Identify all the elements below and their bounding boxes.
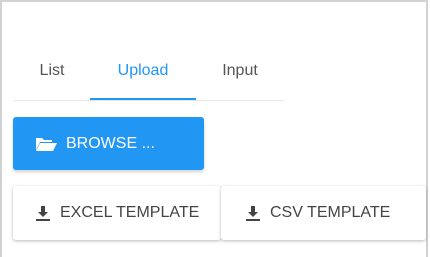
folder-open-icon [35, 136, 58, 152]
tab-bar: List Upload Input [14, 50, 284, 102]
browse-button-label: BROWSE ... [66, 134, 155, 152]
tab-input[interactable]: Input [196, 50, 284, 100]
tab-list[interactable]: List [14, 50, 90, 100]
excel-template-button[interactable]: EXCEL TEMPLATE [13, 186, 221, 240]
tab-upload[interactable]: Upload [90, 50, 196, 100]
download-icon [245, 205, 261, 222]
excel-template-label: EXCEL TEMPLATE [60, 204, 200, 221]
tab-bar-divider [14, 100, 284, 101]
tab-list-label: List [39, 62, 65, 79]
tab-input-label: Input [222, 62, 258, 79]
csv-template-label: CSV TEMPLATE [270, 204, 391, 221]
csv-template-button[interactable]: CSV TEMPLATE [221, 186, 426, 240]
tab-upload-label: Upload [117, 62, 169, 79]
browse-button[interactable]: BROWSE ... [13, 117, 204, 170]
download-icon [35, 205, 51, 222]
